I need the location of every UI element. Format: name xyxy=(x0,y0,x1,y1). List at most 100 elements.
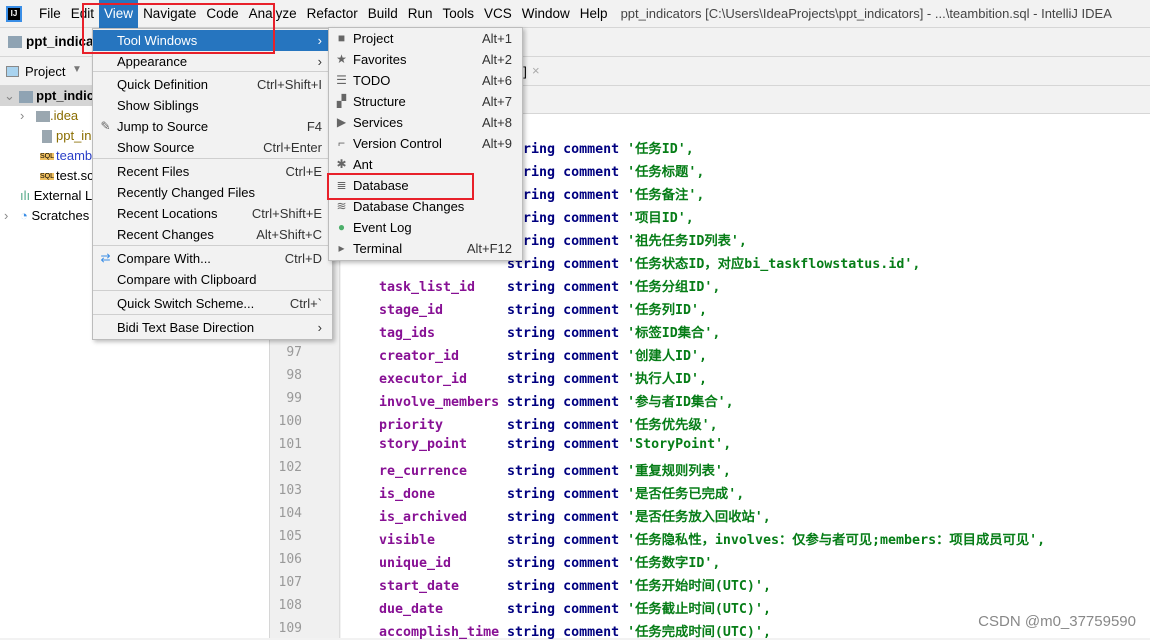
field-name: visible xyxy=(379,533,436,548)
menu-vcs[interactable]: VCS xyxy=(479,0,517,28)
code-line: tag_ids string comment '标签ID集合', xyxy=(379,322,720,341)
tree-item-external-libraries[interactable]: ılı External L xyxy=(20,186,92,206)
menu-item-shortcut: Alt+8 xyxy=(482,115,512,130)
highlight-box-view-tool-windows xyxy=(82,3,275,54)
tool-window-item-terminal[interactable]: ▸ Terminal Alt+F12 xyxy=(329,238,522,259)
close-tab-icon[interactable]: × xyxy=(532,63,540,78)
code-line: involve_members string comment '参与者ID集合', xyxy=(379,391,734,410)
comment-string: '任务数字ID', xyxy=(627,556,721,571)
tree-item-teambition-sql[interactable]: SQL teamb xyxy=(40,146,92,166)
type-keyword: string xyxy=(507,579,556,594)
comment-string: '任务状态ID，对应bi_taskflowstatus.id', xyxy=(627,257,921,272)
menu-item-label: Bidi Text Base Direction xyxy=(117,320,255,335)
comment-string: '任务截止时间(UTC)', xyxy=(627,602,771,617)
field-name: stage_id xyxy=(379,303,444,318)
tool-window-item-project[interactable]: ■ Project Alt+1 xyxy=(329,28,522,49)
menu-tools[interactable]: Tools xyxy=(438,0,480,28)
chevron-down-icon[interactable]: ▼ xyxy=(72,64,82,75)
field-name: creator_id xyxy=(379,349,460,364)
tool-window-item-version-control[interactable]: ⌐ Version Control Alt+9 xyxy=(329,133,522,154)
view-menu-item[interactable]: Show Siblings xyxy=(93,95,332,116)
view-menu-item[interactable]: Bidi Text Base Direction › xyxy=(93,317,332,338)
type-keyword: string xyxy=(507,418,556,433)
window-title: ppt_indicators [C:\Users\IdeaProjects\pp… xyxy=(620,6,1112,21)
menu-item-shortcut: Alt+1 xyxy=(482,31,512,46)
menu-item-label: Favorites xyxy=(353,52,407,67)
field-name: executor_id xyxy=(379,372,468,387)
comment-keyword: comment xyxy=(563,487,620,502)
view-menu-item[interactable]: Recent Changes Alt+Shift+C xyxy=(93,224,332,245)
code-line: due_date string comment '任务截止时间(UTC)', xyxy=(379,598,771,617)
comment-string: '是否任务已完成', xyxy=(627,487,745,502)
type-keyword: string xyxy=(507,326,556,341)
menu-separator xyxy=(93,290,332,291)
structure-icon: ▞ xyxy=(336,94,347,108)
menu-item-label: Version Control xyxy=(353,136,442,151)
comment-keyword: comment xyxy=(563,188,620,203)
view-menu: Tool Windows › Appearance › Quick Definition… xyxy=(92,28,333,340)
code-line: is_done string comment '是否任务已完成', xyxy=(379,483,744,502)
menu-item-shortcut: Ctrl+Enter xyxy=(263,140,322,155)
menu-window[interactable]: Window xyxy=(517,0,575,28)
comment-string: '任务分组ID', xyxy=(627,280,721,295)
tool-window-item-ant[interactable]: ✱ Ant xyxy=(329,154,522,175)
comment-string: '项目ID', xyxy=(627,211,694,226)
tree-item-iml[interactable]: ppt_in xyxy=(42,126,91,146)
field-name: story_point xyxy=(379,437,468,452)
tool-window-item-todo[interactable]: ☰ TODO Alt+6 xyxy=(329,70,522,91)
tree-item-idea[interactable]: › .idea xyxy=(20,106,78,126)
menu-build[interactable]: Build xyxy=(363,0,403,28)
view-menu-item[interactable]: Compare With... Ctrl+D ⇄ xyxy=(93,248,332,269)
menu-item-shortcut: Ctrl+` xyxy=(289,296,322,311)
tool-window-item-favorites[interactable]: ★ Favorites Alt+2 xyxy=(329,49,522,70)
view-menu-item[interactable]: Jump to Source F4 ✎ xyxy=(93,116,332,137)
comment-string: '任务备注', xyxy=(627,188,705,203)
view-menu-item[interactable]: Recent Files Ctrl+E xyxy=(93,161,332,182)
view-menu-item[interactable]: Quick Switch Scheme... Ctrl+` xyxy=(93,293,332,314)
code-line: creator_id string comment '创建人ID', xyxy=(379,345,707,364)
menu-item-label: Services xyxy=(353,115,403,130)
menu-item-label: Jump to Source xyxy=(117,119,209,134)
comment-string: '创建人ID', xyxy=(627,349,708,364)
tree-item-test-sql[interactable]: SQL test.sc xyxy=(40,166,94,186)
type-keyword: string xyxy=(507,464,556,479)
view-menu-item[interactable]: Appearance › xyxy=(93,51,332,72)
menu-item-shortcut: Alt+6 xyxy=(482,73,512,88)
type-keyword: string xyxy=(507,602,556,617)
comment-keyword: comment xyxy=(563,303,620,318)
line-number: 105 xyxy=(278,529,302,544)
ant-icon: ✱ xyxy=(336,157,347,171)
menu-item-label: Terminal xyxy=(353,241,403,256)
tree-item-scratches[interactable]: › ◔ Scratches xyxy=(0,206,89,226)
menu-refactor[interactable]: Refactor xyxy=(302,0,363,28)
project-view-selector[interactable]: Project xyxy=(25,64,65,79)
menu-item-label: Structure xyxy=(353,94,406,109)
comment-keyword: comment xyxy=(563,510,620,525)
field-name: task_list_id xyxy=(379,280,476,295)
code-line: accomplish_time string comment '任务完成时间(UT… xyxy=(379,621,771,640)
comment-string: '任务隐私性，involves：仅参与者可见;members：项目成员可见', xyxy=(627,533,1046,548)
view-menu-item[interactable]: Compare with Clipboard xyxy=(93,269,332,290)
view-menu-item[interactable]: Recent Locations Ctrl+Shift+E xyxy=(93,203,332,224)
tool-window-item-services[interactable]: ▶ Services Alt+8 xyxy=(329,112,522,133)
field-name: start_date xyxy=(379,579,460,594)
menu-item-label: Quick Switch Scheme... xyxy=(117,296,255,311)
code-line: task_list_id string comment '任务分组ID', xyxy=(379,276,720,295)
menu-help[interactable]: Help xyxy=(575,0,613,28)
tool-window-item-event-log[interactable]: ● Event Log xyxy=(329,217,522,238)
tool-window-item-structure[interactable]: ▞ Structure Alt+7 xyxy=(329,91,522,112)
comment-string: '参与者ID集合', xyxy=(627,395,734,410)
view-menu-item[interactable]: Recently Changed Files xyxy=(93,182,332,203)
project-view-icon xyxy=(6,66,19,77)
line-number: 107 xyxy=(278,575,302,590)
menu-item-label: Appearance xyxy=(117,54,188,69)
view-menu-item[interactable]: Quick Definition Ctrl+Shift+I xyxy=(93,74,332,95)
comment-keyword: comment xyxy=(563,437,620,452)
line-number: 101 xyxy=(278,437,302,452)
menu-file[interactable]: File xyxy=(34,0,66,28)
code-line: re_currence string comment '重复规则列表', xyxy=(379,460,731,479)
view-menu-item[interactable]: Show Source Ctrl+Enter xyxy=(93,137,332,158)
menu-run[interactable]: Run xyxy=(403,0,438,28)
menu-item-label: Recent Files xyxy=(117,164,190,179)
vcs-icon: ⌐ xyxy=(337,136,345,150)
